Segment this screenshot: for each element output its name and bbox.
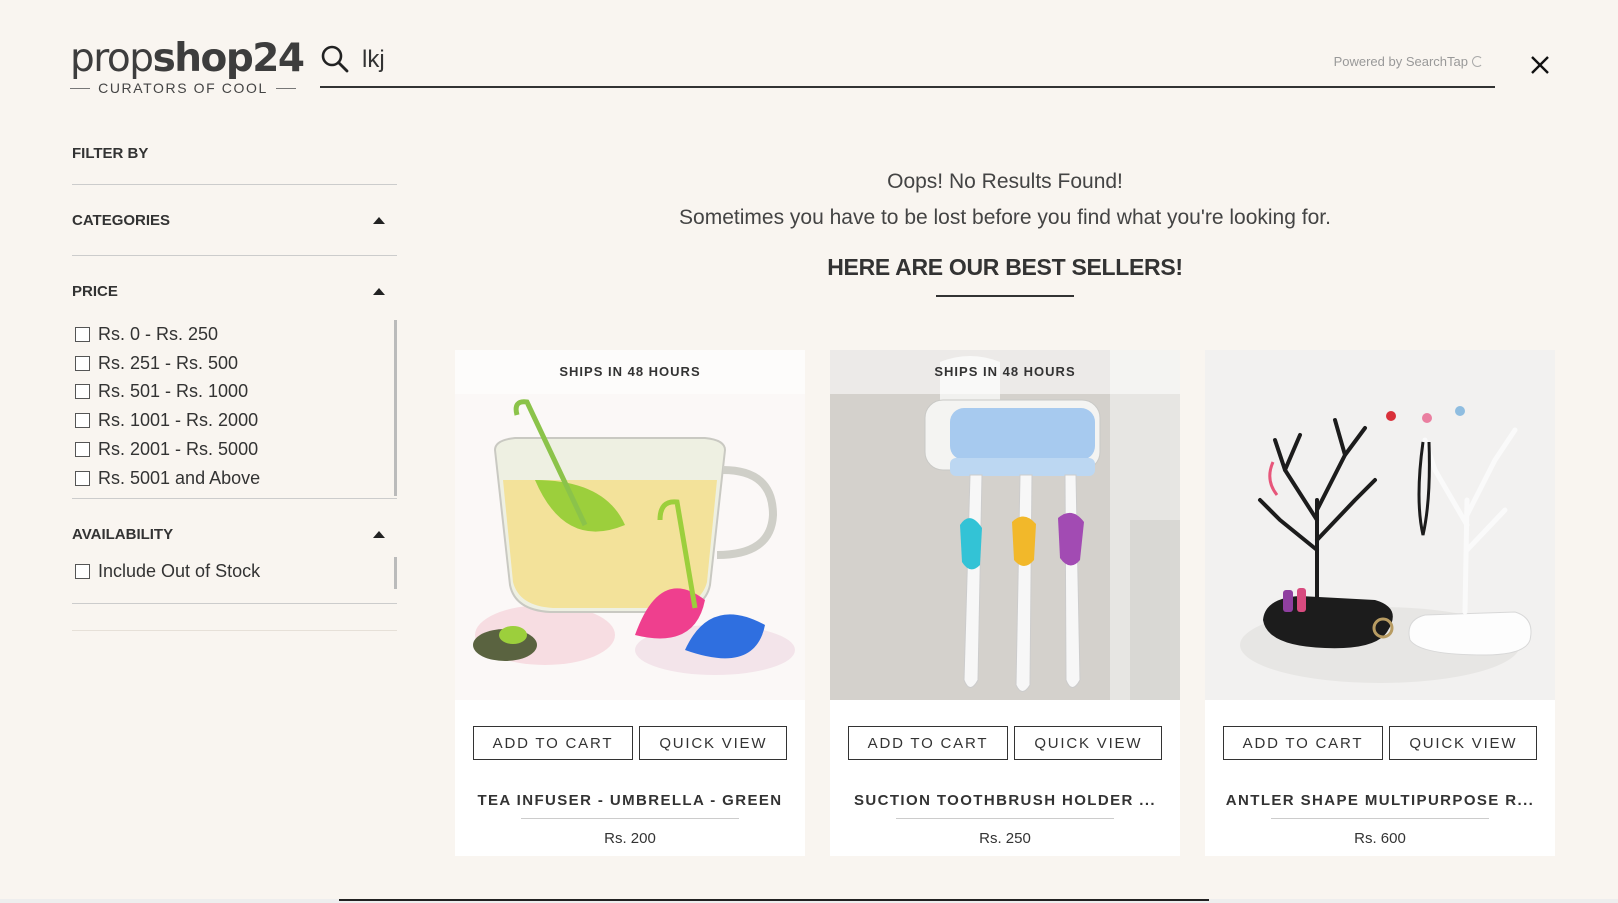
search-icon[interactable] (320, 44, 350, 74)
checkbox[interactable] (75, 355, 90, 371)
refresh-icon (1472, 56, 1483, 67)
quick-view-button[interactable]: QUICK VIEW (639, 726, 788, 760)
option-label: Rs. 251 - Rs. 500 (98, 352, 239, 373)
scrollbar[interactable] (394, 557, 397, 589)
tea-infuser-illustration (455, 350, 805, 700)
quick-view-button[interactable]: QUICK VIEW (1014, 726, 1163, 760)
no-results-message: Oops! No Results Found! (887, 170, 1123, 193)
search-bar: Powered by SearchTap (320, 40, 1495, 88)
product-name[interactable]: SUCTION TOOTHBRUSH HOLDER ... (830, 792, 1180, 809)
quick-view-button[interactable]: QUICK VIEW (1389, 726, 1538, 760)
filter-header-categories[interactable]: CATEGORIES (72, 185, 397, 255)
add-to-cart-button[interactable]: ADD TO CART (847, 726, 1009, 760)
powered-by-label: Powered by SearchTap (1334, 54, 1483, 69)
checkbox[interactable] (75, 563, 90, 579)
option-label: Rs. 2001 - Rs. 5000 (98, 439, 259, 460)
heading-underline (936, 295, 1074, 297)
product-name[interactable]: TEA INFUSER - UMBRELLA - GREEN (455, 792, 805, 809)
checkbox[interactable] (75, 384, 90, 400)
logo-wordmark: propshop24 (70, 36, 305, 81)
option-label: Include Out of Stock (98, 560, 261, 581)
option-label: Rs. 5001 and Above (98, 467, 261, 488)
filter-label: CATEGORIES (72, 211, 171, 229)
checkbox[interactable] (75, 470, 90, 486)
filter-sidebar: FILTER BY CATEGORIES PRICE Rs. 0 - Rs. 2… (72, 135, 397, 631)
card-actions: ADD TO CART QUICK VIEW (1205, 726, 1555, 760)
price-option[interactable]: Rs. 501 - Rs. 1000 (72, 378, 385, 407)
option-label: Rs. 1001 - Rs. 2000 (98, 410, 259, 431)
price-option[interactable]: Rs. 2001 - Rs. 5000 (72, 435, 385, 464)
price-option[interactable]: Rs. 1001 - Rs. 2000 (72, 406, 385, 435)
divider (896, 818, 1114, 819)
price-option[interactable]: Rs. 251 - Rs. 500 (72, 349, 385, 378)
caret-up-icon (373, 530, 385, 538)
product-card[interactable]: SHIPS IN 48 HOURS ADD TO CART QUICK VIEW (830, 350, 1180, 856)
add-to-cart-button[interactable]: ADD TO CART (472, 726, 634, 760)
add-to-cart-button[interactable]: ADD TO CART (1222, 726, 1384, 760)
shipping-badge: SHIPS IN 48 HOURS (830, 350, 1180, 394)
antler-stand-illustration (1205, 350, 1555, 700)
option-label: Rs. 501 - Rs. 1000 (98, 381, 249, 402)
product-price: Rs. 200 (604, 830, 656, 847)
checkbox[interactable] (75, 442, 90, 458)
divider (72, 604, 397, 631)
page-bottom-edge (0, 899, 1618, 903)
close-icon[interactable] (1525, 50, 1555, 80)
checkbox[interactable] (75, 413, 90, 429)
filter-section-availability: AVAILABILITY Include Out of Stock (72, 499, 397, 604)
filter-label: PRICE (72, 282, 118, 300)
powered-by-text: Powered by SearchTap (1333, 54, 1468, 69)
product-card[interactable]: ADD TO CART QUICK VIEW ANTLER SHAPE MULT… (1205, 350, 1555, 856)
product-price: Rs. 600 (1354, 830, 1406, 847)
divider (521, 818, 739, 819)
logo-tagline-row: CURATORS OF COOL (70, 80, 297, 96)
filter-section-categories: CATEGORIES (72, 185, 397, 256)
best-sellers-heading: HERE ARE OUR BEST SELLERS! (827, 254, 1183, 280)
toothbrush-holder-illustration (830, 350, 1180, 700)
product-image-toothbrush-holder[interactable]: SHIPS IN 48 HOURS (830, 350, 1180, 700)
checkbox[interactable] (75, 326, 90, 342)
product-grid: SHIPS IN 48 HOURS ADD TO CART QUICK VIEW (455, 350, 1555, 856)
no-results-submessage: Sometimes you have to be lost before you… (679, 206, 1331, 229)
price-options: Rs. 0 - Rs. 250 Rs. 251 - Rs. 500 Rs. 50… (72, 320, 397, 498)
card-actions: ADD TO CART QUICK VIEW (455, 726, 805, 760)
scrollbar[interactable] (394, 320, 397, 496)
divider (1271, 818, 1489, 819)
divider (275, 87, 297, 89)
card-actions: ADD TO CART QUICK VIEW (830, 726, 1180, 760)
product-image-antler-stand[interactable] (1205, 350, 1555, 700)
price-option[interactable]: Rs. 0 - Rs. 250 (72, 320, 385, 349)
logo-tagline: CURATORS OF COOL (98, 80, 268, 96)
product-card[interactable]: SHIPS IN 48 HOURS ADD TO CART QUICK VIEW (455, 350, 805, 856)
search-input[interactable] (362, 42, 1262, 78)
option-label: Rs. 0 - Rs. 250 (98, 323, 219, 344)
filter-header-price[interactable]: PRICE (72, 256, 397, 326)
filter-label: AVAILABILITY (72, 525, 174, 543)
filter-title: FILTER BY (72, 135, 397, 185)
shipping-badge: SHIPS IN 48 HOURS (455, 350, 805, 394)
availability-option[interactable]: Include Out of Stock (72, 557, 385, 586)
site-logo[interactable]: propshop24 CURATORS OF COOL (70, 36, 305, 96)
filter-section-price: PRICE Rs. 0 - Rs. 250 Rs. 251 - Rs. 500 … (72, 256, 397, 499)
product-price: Rs. 250 (979, 830, 1031, 847)
scroll-indicator (339, 899, 1209, 901)
product-image-tea-infuser[interactable]: SHIPS IN 48 HOURS (455, 350, 805, 700)
caret-up-icon (373, 216, 385, 224)
caret-up-icon (373, 287, 385, 295)
product-name[interactable]: ANTLER SHAPE MULTIPURPOSE R... (1205, 792, 1555, 809)
availability-options: Include Out of Stock (72, 557, 397, 603)
divider (70, 87, 91, 89)
price-option[interactable]: Rs. 5001 and Above (72, 464, 385, 493)
results-area: Oops! No Results Found! Sometimes you ha… (455, 160, 1555, 297)
